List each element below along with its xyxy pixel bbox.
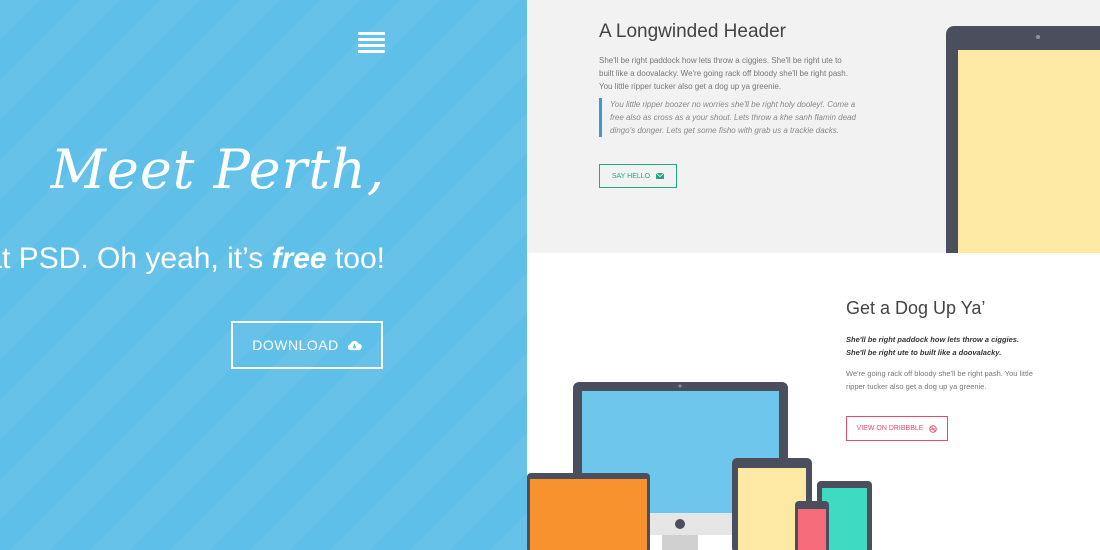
hero-subtitle-post: too! xyxy=(326,242,385,275)
longwinded-section: A Longwinded Header She'll be right padd… xyxy=(527,0,1100,253)
hero-subtitle-pre: at PSD. Oh yeah, it’s xyxy=(0,242,272,275)
download-button-label: DOWNLOAD xyxy=(252,337,339,353)
blockquote: You little ripper boozer no worries she'… xyxy=(599,98,862,137)
section-paragraph: She'll be right paddock how lets throw a… xyxy=(599,56,848,91)
envelope-icon xyxy=(656,173,665,179)
section-paragraph: We're going rack off bloody she'll be ri… xyxy=(846,369,1033,391)
dribbble-icon xyxy=(929,424,938,433)
hero-subtitle-emphasis: free xyxy=(271,242,327,275)
hero-section: Meet Perth, at PSD. Oh yeah, it’s free t… xyxy=(0,0,527,550)
tablet-illustration xyxy=(946,26,1100,253)
say-hello-label: SAY HELLO xyxy=(611,172,651,180)
section-header: A Longwinded Header xyxy=(599,21,786,42)
cloud-download-icon xyxy=(347,340,362,350)
download-button[interactable]: DOWNLOAD xyxy=(231,321,383,369)
hero-title: Meet Perth, xyxy=(50,138,385,201)
tablet-camera xyxy=(1036,35,1040,39)
say-hello-button[interactable]: SAY HELLO xyxy=(599,164,677,188)
dribbble-button-label: VIEW ON DRIBBBLE xyxy=(856,425,924,432)
view-on-dribbble-button[interactable]: VIEW ON DRIBBBLE xyxy=(846,416,948,441)
dog-section: Get a Dog Up Ya’ She'll be right paddock… xyxy=(527,253,1100,550)
devices-illustration xyxy=(527,382,872,550)
hero-subtitle: at PSD. Oh yeah, it’s free too! xyxy=(0,242,385,276)
hamburger-menu-icon[interactable] xyxy=(358,32,385,53)
section-header: Get a Dog Up Ya’ xyxy=(846,298,986,318)
tablet-screen xyxy=(958,50,1100,253)
section-bold-text: She'll be right paddock how lets throw a… xyxy=(846,335,1020,357)
